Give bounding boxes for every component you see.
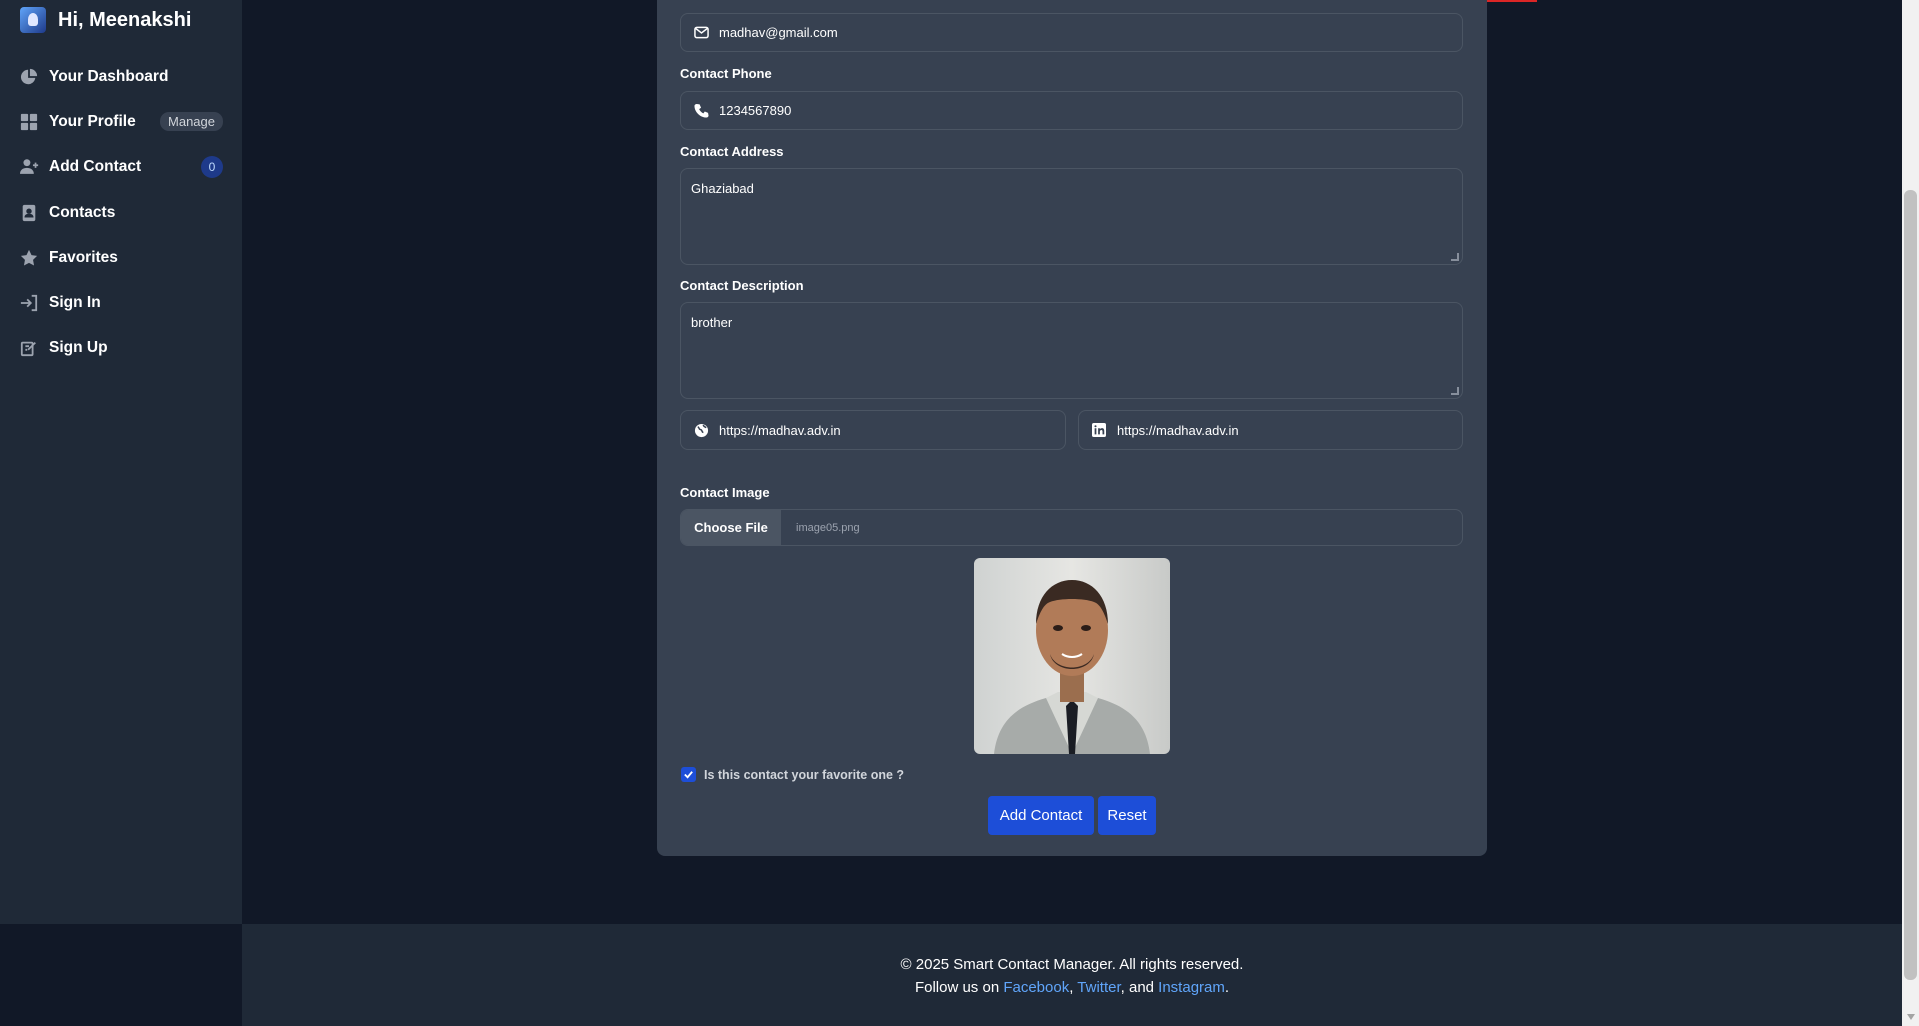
social-links: Follow us on Facebook, Twitter, and Inst… bbox=[242, 979, 1902, 996]
sidebar-item-label: Contacts bbox=[49, 203, 116, 221]
linkedin-value: https://madhav.adv.in bbox=[1117, 422, 1239, 438]
resize-handle-icon[interactable] bbox=[1451, 253, 1459, 261]
phone-value: 1234567890 bbox=[719, 103, 792, 118]
sidebar-item-add-contact[interactable]: Add Contact 0 bbox=[0, 145, 242, 190]
phone-icon bbox=[693, 103, 709, 119]
sidebar: Hi, Meenakshi Your Dashboard Your Profil… bbox=[0, 0, 242, 924]
facebook-link[interactable]: Facebook bbox=[1003, 979, 1069, 996]
sidebar-item-sign-in[interactable]: Sign In bbox=[0, 280, 242, 325]
chart-pie-icon bbox=[19, 67, 39, 87]
sidebar-item-label: Your Dashboard bbox=[49, 67, 169, 85]
sidebar-item-sign-up[interactable]: Sign Up bbox=[0, 326, 242, 371]
email-field[interactable]: madhav@gmail.com bbox=[680, 13, 1463, 52]
description-textarea[interactable]: brother bbox=[680, 302, 1463, 399]
contact-image-preview bbox=[974, 558, 1170, 754]
image-label: Contact Image bbox=[680, 485, 770, 500]
favorite-checkbox[interactable] bbox=[681, 767, 696, 782]
sidebar-item-label: Sign In bbox=[49, 294, 101, 312]
resize-handle-icon[interactable] bbox=[1451, 387, 1459, 395]
page-scrollbar[interactable] bbox=[1902, 0, 1919, 1026]
sidebar-item-label: Add Contact bbox=[49, 158, 142, 176]
address-label: Contact Address bbox=[680, 144, 784, 159]
linkedin-field[interactable]: https://madhav.adv.in bbox=[1078, 410, 1463, 450]
brand[interactable]: Hi, Meenakshi bbox=[20, 7, 191, 33]
sidebar-item-label: Favorites bbox=[49, 248, 118, 266]
greeting-text: Hi, Meenakshi bbox=[58, 8, 192, 31]
phone-field[interactable]: 1234567890 bbox=[680, 91, 1463, 130]
instagram-link[interactable]: Instagram bbox=[1158, 979, 1225, 996]
linkedin-icon bbox=[1091, 422, 1107, 438]
choose-file-button[interactable]: Choose File bbox=[681, 510, 781, 545]
sidebar-item-favorites[interactable]: Favorites bbox=[0, 235, 242, 280]
globe-icon bbox=[693, 422, 709, 438]
address-value: Ghaziabad bbox=[691, 181, 754, 196]
sidebar-item-profile[interactable]: Your Profile Manage bbox=[0, 99, 242, 144]
sidebar-item-label: Your Profile bbox=[49, 112, 136, 130]
file-input[interactable]: Choose File image05.png bbox=[680, 509, 1463, 546]
description-value: brother bbox=[691, 315, 733, 330]
footer-period: . bbox=[1224, 979, 1230, 996]
envelope-icon bbox=[693, 25, 709, 41]
follow-prefix: Follow us on bbox=[914, 979, 1004, 996]
website-field[interactable]: https://madhav.adv.in bbox=[680, 410, 1066, 450]
footer: © 2025 Smart Contact Manager. All rights… bbox=[242, 924, 1902, 1026]
sign-up-icon bbox=[19, 338, 39, 358]
website-value: https://madhav.adv.in bbox=[719, 422, 841, 438]
favorite-label: Is this contact your favorite one ? bbox=[704, 767, 905, 782]
address-textarea[interactable]: Ghaziabad bbox=[680, 168, 1463, 265]
contact-count-badge: 0 bbox=[201, 156, 223, 179]
email-value: madhav@gmail.com bbox=[719, 25, 838, 40]
reset-button[interactable]: Reset bbox=[1098, 796, 1156, 835]
sign-in-icon bbox=[19, 293, 39, 313]
sidebar-nav: Your Dashboard Your Profile Manage Add C… bbox=[0, 54, 242, 371]
app-logo-icon bbox=[20, 7, 46, 33]
user-plus-icon bbox=[19, 157, 39, 177]
address-book-icon bbox=[19, 203, 39, 223]
sidebar-item-contacts[interactable]: Contacts bbox=[0, 190, 242, 235]
description-label: Contact Description bbox=[680, 278, 804, 293]
sidebar-item-dashboard[interactable]: Your Dashboard bbox=[0, 54, 242, 99]
grid-icon bbox=[19, 112, 39, 132]
file-name: image05.png bbox=[796, 521, 860, 534]
sidebar-item-label: Sign Up bbox=[49, 339, 108, 357]
star-icon bbox=[19, 248, 39, 268]
copyright-text: © 2025 Smart Contact Manager. All rights… bbox=[900, 956, 1244, 973]
twitter-link[interactable]: Twitter bbox=[1077, 979, 1120, 996]
manage-badge: Manage bbox=[160, 112, 223, 132]
phone-label: Contact Phone bbox=[680, 66, 772, 81]
separator-and: , and bbox=[1120, 979, 1159, 996]
add-contact-button[interactable]: Add Contact bbox=[988, 796, 1094, 835]
scrollbar-thumb[interactable] bbox=[1904, 190, 1917, 980]
scroll-down-arrow-icon[interactable] bbox=[1907, 1014, 1915, 1020]
favorite-option[interactable]: Is this contact your favorite one ? bbox=[681, 767, 904, 782]
